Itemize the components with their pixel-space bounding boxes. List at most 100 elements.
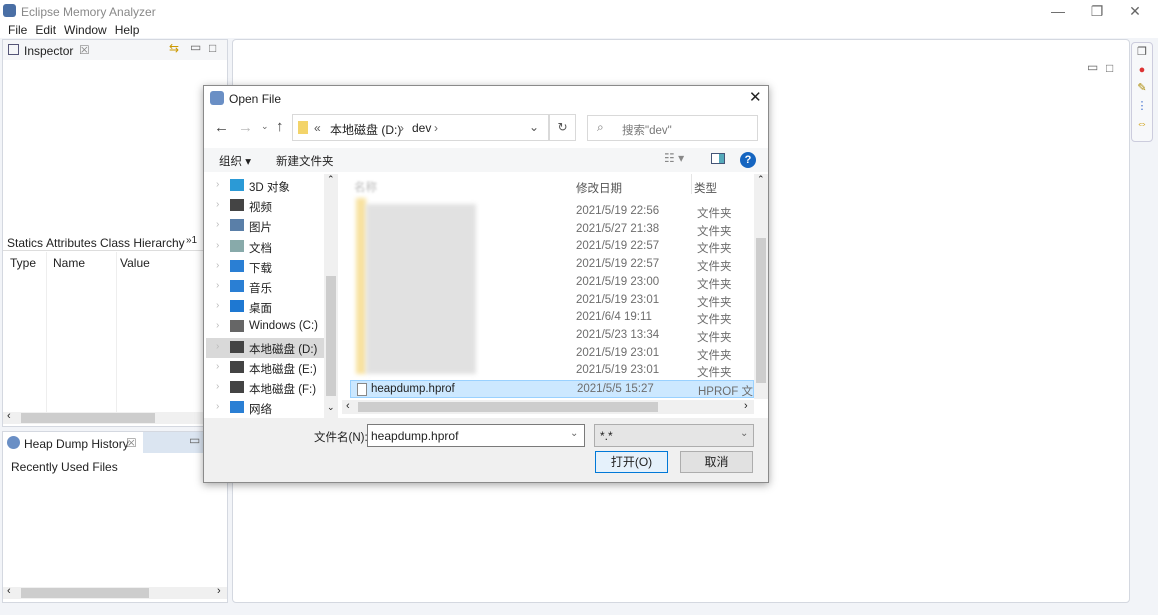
file-row-heapdump[interactable]: heapdump.hprof 2021/5/5 15:27 HPROF 文件	[350, 380, 754, 414]
recent-locations-button[interactable]: ⌄	[261, 121, 269, 132]
expand-arrow-icon[interactable]: ›	[216, 179, 219, 190]
organize-button[interactable]: 组织 ▾	[219, 153, 251, 169]
tab-statics[interactable]: Statics	[7, 236, 43, 250]
notes-icon[interactable]: ✎	[1132, 79, 1152, 97]
nav-item[interactable]: › 音乐	[206, 277, 324, 297]
column-type[interactable]: Type	[10, 256, 36, 270]
nav-item[interactable]: › 图片	[206, 216, 324, 236]
address-dropdown-icon[interactable]: ⌄	[529, 120, 539, 134]
history-scrollbar[interactable]: ‹ ›	[3, 585, 227, 599]
expand-arrow-icon[interactable]: ›	[216, 320, 219, 331]
file-type-filter[interactable]: *.* ⌄	[594, 424, 754, 447]
expand-arrow-icon[interactable]: ›	[216, 199, 219, 210]
address-bar[interactable]: « 本地磁盘 (D:) › dev › ⌄ ↻	[292, 114, 576, 141]
column-header-name[interactable]: 名称	[354, 179, 377, 195]
inspector-tab[interactable]: Inspector ☒ ⇆ ▭ □	[3, 40, 227, 60]
nav-item[interactable]: › 下载	[206, 257, 324, 277]
menu-file[interactable]: File	[8, 23, 27, 37]
minimize-view-icon[interactable]: ▭	[190, 40, 201, 54]
expand-arrow-icon[interactable]: ›	[216, 240, 219, 251]
restore-button[interactable]: ❐	[1087, 3, 1107, 20]
expand-arrow-icon[interactable]: ›	[216, 219, 219, 230]
nav-item[interactable]: › 网络	[206, 398, 324, 418]
expand-arrow-icon[interactable]: ›	[216, 300, 219, 311]
expand-arrow-icon[interactable]: ›	[216, 280, 219, 291]
up-button[interactable]: ↑	[276, 118, 284, 135]
expand-arrow-icon[interactable]: ›	[216, 260, 219, 271]
nav-item[interactable]: › 3D 对象	[206, 176, 324, 196]
navigation-history-icon[interactable]: ⋮	[1132, 97, 1152, 115]
expand-arrow-icon[interactable]: ›	[216, 361, 219, 372]
heap-dump-history-tab[interactable]: Heap Dump History ☒	[3, 432, 143, 453]
close-tab-icon[interactable]: ☒	[126, 436, 137, 450]
more-tabs[interactable]: »1	[186, 235, 197, 246]
search-input[interactable]: ⌕ 搜索"dev"	[587, 115, 758, 141]
tab-attributes[interactable]: Attributes	[46, 236, 97, 250]
maximize-editor-icon[interactable]: □	[1106, 61, 1113, 75]
view-options-icon[interactable]: ☷ ▾	[664, 151, 684, 165]
help-icon[interactable]: ?	[740, 152, 756, 168]
file-type: 文件夹	[697, 278, 732, 291]
expand-arrow-icon[interactable]: ›	[216, 341, 219, 352]
filename-input[interactable]: heapdump.hprof ⌄	[367, 424, 585, 447]
nav-item[interactable]: › Windows (C:)	[206, 317, 324, 337]
minimize-view-icon[interactable]: ▭	[189, 433, 200, 447]
close-tab-icon[interactable]: ☒	[79, 43, 90, 57]
expand-arrow-icon[interactable]: ›	[216, 401, 219, 412]
column-name[interactable]: Name	[53, 256, 85, 270]
restore-icon[interactable]: ❐	[1132, 43, 1152, 61]
minimize-button[interactable]: —	[1048, 3, 1068, 19]
file-type: 文件夹	[697, 225, 732, 238]
dialog-close-button[interactable]: ✕	[749, 88, 762, 106]
open-button[interactable]: 打开(O)	[595, 451, 668, 473]
nav-item[interactable]: › 本地磁盘 (E:)	[206, 358, 324, 378]
file-vscrollbar[interactable]: ⌃	[754, 174, 768, 399]
breadcrumb-drive[interactable]: 本地磁盘 (D:)	[330, 121, 401, 138]
preview-pane-icon[interactable]	[711, 153, 725, 164]
compare-icon[interactable]: ⇔	[1132, 115, 1152, 133]
file-date: 2021/5/19 23:01	[576, 293, 660, 306]
inspector-scrollbar[interactable]: ‹	[3, 410, 227, 424]
side-toolbar: ❐ ● ✎ ⋮ ⇔	[1131, 42, 1153, 142]
minimize-editor-icon[interactable]: ▭	[1087, 60, 1098, 74]
file-type: 文件夹	[697, 349, 732, 362]
maximize-view-icon[interactable]: □	[209, 41, 216, 55]
breadcrumb-dev[interactable]: dev	[412, 121, 431, 135]
back-button[interactable]: ←	[214, 119, 229, 136]
drive-icon	[230, 360, 244, 373]
app-icon	[3, 4, 16, 17]
file-hscrollbar[interactable]: ‹ ›	[342, 400, 754, 414]
menu-edit[interactable]: Edit	[35, 23, 56, 37]
cancel-button[interactable]: 取消	[680, 451, 753, 473]
tab-class-hierarchy[interactable]: Class Hierarchy	[100, 236, 185, 250]
close-button[interactable]: ✕	[1125, 3, 1145, 20]
column-header-type[interactable]: 类型	[694, 180, 717, 196]
refresh-button[interactable]: ↻	[549, 114, 576, 141]
nav-scrollbar[interactable]: ⌃ ⌄	[324, 174, 338, 418]
nav-item[interactable]: › 桌面	[206, 297, 324, 317]
drive-icon	[230, 381, 244, 393]
filter-dropdown-icon[interactable]: ⌄	[740, 428, 748, 439]
menu-window[interactable]: Window	[64, 23, 107, 37]
forward-button[interactable]: →	[238, 119, 253, 136]
expand-arrow-icon[interactable]: ›	[216, 381, 219, 392]
recently-used-label: Recently Used Files	[11, 460, 118, 474]
nav-item[interactable]: › 本地磁盘 (D:)	[206, 337, 324, 358]
file-type: 文件夹	[697, 331, 732, 344]
breadcrumb-overflow[interactable]: «	[314, 121, 321, 135]
link-icon[interactable]: ⇆	[169, 41, 179, 55]
column-value[interactable]: Value	[120, 256, 150, 270]
drive-icon	[230, 320, 244, 333]
search-placeholder: 搜索"dev"	[622, 125, 672, 137]
desktop-icon	[230, 300, 244, 313]
file-list: ⌃ 名称 修改日期 类型 2021/5/19 22:56 文件夹 2021/5/27…	[342, 174, 768, 418]
column-header-date[interactable]: 修改日期	[576, 180, 622, 196]
menu-help[interactable]: Help	[115, 23, 140, 37]
new-folder-button[interactable]: 新建文件夹	[276, 153, 334, 169]
nav-item[interactable]: › 视频	[206, 196, 324, 216]
filename-dropdown-icon[interactable]: ⌄	[570, 428, 578, 439]
error-log-icon[interactable]: ●	[1132, 61, 1152, 79]
nav-item-label: 音乐	[249, 283, 272, 295]
nav-item[interactable]: › 文档	[206, 237, 324, 257]
nav-item[interactable]: › 本地磁盘 (F:)	[206, 378, 324, 398]
